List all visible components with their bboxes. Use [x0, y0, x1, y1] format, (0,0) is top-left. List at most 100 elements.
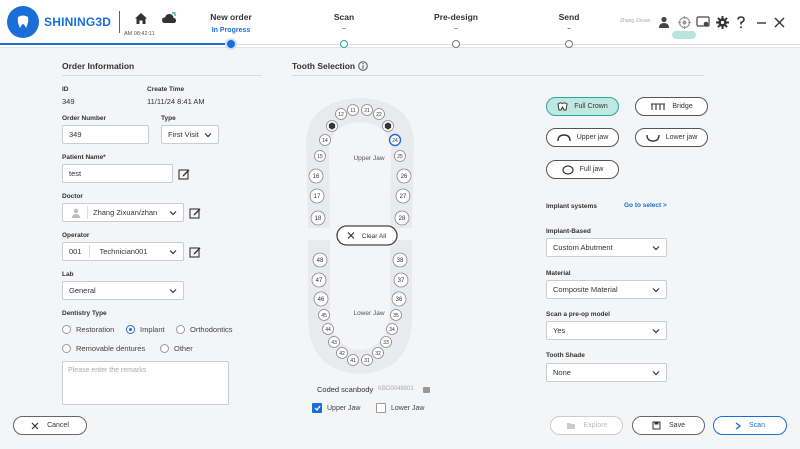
radio-restoration[interactable]: Restoration — [62, 325, 114, 334]
minimize-icon[interactable] — [754, 15, 768, 29]
implant-based-select[interactable]: Custom Abutment — [546, 238, 667, 257]
cloud-sync-icon[interactable] — [161, 12, 177, 27]
operator-code: 001 — [69, 247, 82, 256]
full-jaw-button[interactable]: Full jaw — [546, 160, 619, 179]
type-select[interactable]: First Visit — [161, 125, 219, 144]
upper-tooth-16[interactable]: 16 — [308, 168, 324, 184]
id-label: ID — [62, 86, 69, 93]
step-send[interactable]: Send — [559, 12, 580, 22]
lower-jaw-checkbox[interactable]: Lower Jaw — [376, 403, 424, 413]
screen-record-icon[interactable] — [696, 15, 710, 29]
radio-other[interactable]: Other — [160, 344, 193, 353]
lower-tooth-44[interactable]: 44 — [322, 323, 334, 335]
type-value: First Visit — [168, 130, 199, 139]
upper-tooth-28[interactable]: 28 — [394, 210, 410, 226]
cancel-button[interactable]: Cancel — [13, 416, 87, 435]
step-new-order-status: In Progress — [211, 27, 251, 34]
upper-tooth-11[interactable]: 11 — [347, 104, 359, 116]
step-pre-design[interactable]: Pre-design — [434, 12, 478, 22]
clear-all-button[interactable]: Clear All — [336, 225, 398, 246]
close-icon — [31, 422, 39, 429]
material-select[interactable]: Composite Material — [546, 280, 667, 299]
order-number-label: Order Number — [62, 115, 107, 122]
upper-tooth-25[interactable]: 25 — [394, 150, 406, 162]
info-icon[interactable] — [358, 61, 368, 71]
tooth-number: 48 — [317, 258, 324, 264]
upper-jaw-button[interactable]: Upper jaw — [546, 128, 619, 147]
home-icon[interactable] — [134, 12, 148, 27]
explore-button[interactable]: Explore — [550, 416, 623, 435]
patient-name-field[interactable]: test — [62, 164, 173, 183]
upper-tooth-15[interactable]: 15 — [314, 150, 326, 162]
bridge-button[interactable]: Bridge — [635, 97, 708, 116]
create-time-value: 11/11/24 8:41 AM — [147, 97, 205, 106]
upper-jaw-checkbox[interactable]: Upper Jaw — [312, 403, 360, 413]
step-new-order[interactable]: New order — [210, 12, 252, 22]
lower-tooth-43[interactable]: 43 — [328, 336, 340, 348]
upper-tooth-13[interactable] — [326, 120, 338, 132]
lab-value: General — [69, 286, 96, 295]
full-jaw-icon — [562, 164, 574, 175]
go-to-select-link[interactable]: Go to select > — [624, 202, 667, 209]
lower-tooth-42[interactable]: 42 — [336, 347, 348, 359]
preop-model-select[interactable]: Yes — [546, 321, 667, 340]
edit-doctor-icon[interactable] — [189, 207, 201, 219]
help-icon[interactable] — [734, 15, 748, 29]
radio-button — [176, 325, 185, 334]
scan-button[interactable]: Scan — [713, 416, 787, 435]
step-scan[interactable]: Scan — [334, 12, 354, 22]
lower-tooth-41[interactable]: 41 — [347, 354, 359, 366]
upper-tooth-14[interactable]: 14 — [319, 134, 331, 146]
upper-tooth-24[interactable]: 24 — [388, 133, 402, 147]
lower-tooth-35[interactable]: 35 — [390, 309, 402, 321]
upper-tooth-27[interactable]: 27 — [395, 188, 411, 204]
lower-tooth-38[interactable]: 38 — [392, 252, 408, 268]
lower-tooth-48[interactable]: 48 — [312, 252, 328, 268]
order-number-field[interactable]: 349 — [62, 125, 149, 144]
scan-label: Scan — [749, 422, 765, 429]
upper-tooth-23[interactable] — [382, 120, 394, 132]
lower-tooth-32[interactable]: 32 — [372, 347, 384, 359]
edit-patient-icon[interactable] — [178, 168, 190, 180]
tooth-chart[interactable]: 18171615141211 21222425262728 48474645444… — [290, 90, 430, 380]
operator-select[interactable]: 001 Technician001 — [62, 242, 184, 261]
radio-removable-dentures[interactable]: Removable dentures — [62, 344, 145, 353]
lower-tooth-46[interactable]: 46 — [313, 291, 329, 307]
lower-tooth-37[interactable]: 37 — [393, 272, 409, 288]
upper-tooth-22[interactable]: 22 — [373, 108, 385, 120]
tooth-shade-select[interactable]: None — [546, 363, 667, 382]
scanbody-device-icon[interactable] — [422, 386, 431, 394]
checkbox-checked — [312, 403, 322, 413]
radio-implant[interactable]: Implant — [126, 325, 165, 334]
lab-select[interactable]: General — [62, 281, 184, 300]
lower-jaw-button[interactable]: Lower jaw — [635, 128, 708, 147]
save-button[interactable]: Save — [632, 416, 705, 435]
gear-icon[interactable] — [715, 15, 729, 29]
edit-operator-icon[interactable] — [189, 246, 201, 258]
radio-label: Other — [174, 344, 193, 353]
tooth-number: 31 — [364, 358, 370, 364]
radio-orthodontics[interactable]: Orthodontics — [176, 325, 233, 334]
upper-tooth-12[interactable]: 12 — [335, 108, 347, 120]
close-icon[interactable] — [772, 15, 786, 29]
doctor-value: Zhang Zixuan/zhan — [93, 208, 158, 217]
remarks-input[interactable] — [62, 361, 229, 405]
upper-tooth-26[interactable]: 26 — [396, 168, 412, 184]
full-crown-button[interactable]: Full Crown — [546, 97, 619, 116]
doctor-select[interactable]: Zhang Zixuan/zhan — [62, 203, 184, 222]
user-icon[interactable] — [657, 15, 671, 29]
tooth-number: 38 — [397, 258, 404, 264]
upper-tooth-18[interactable]: 18 — [310, 210, 326, 226]
chevron-down-icon — [652, 329, 660, 334]
lower-tooth-36[interactable]: 36 — [391, 291, 407, 307]
step-dot-new-order — [227, 40, 235, 48]
lower-tooth-45[interactable]: 45 — [318, 309, 330, 321]
lower-tooth-34[interactable]: 34 — [386, 323, 398, 335]
crown-icon — [557, 102, 568, 111]
upper-tooth-21[interactable]: 21 — [361, 104, 373, 116]
lower-tooth-33[interactable]: 33 — [380, 336, 392, 348]
upper-tooth-17[interactable]: 17 — [309, 188, 325, 204]
lower-tooth-47[interactable]: 47 — [311, 272, 327, 288]
target-icon[interactable] — [677, 15, 691, 29]
lower-tooth-31[interactable]: 31 — [361, 354, 373, 366]
